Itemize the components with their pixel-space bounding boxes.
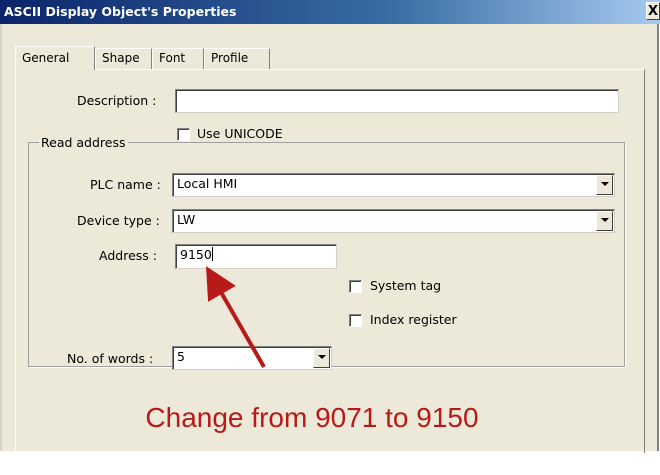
close-button[interactable]: X — [646, 2, 660, 20]
titlebar[interactable]: ASCII Display Object's Properties X — [0, 0, 660, 24]
tab-panel-general — [15, 69, 645, 453]
window-title: ASCII Display Object's Properties — [4, 4, 237, 19]
close-icon: X — [647, 4, 659, 19]
tab-general[interactable]: General — [15, 46, 95, 70]
dialog-body: General Shape Font Profile Description :… — [0, 24, 659, 453]
